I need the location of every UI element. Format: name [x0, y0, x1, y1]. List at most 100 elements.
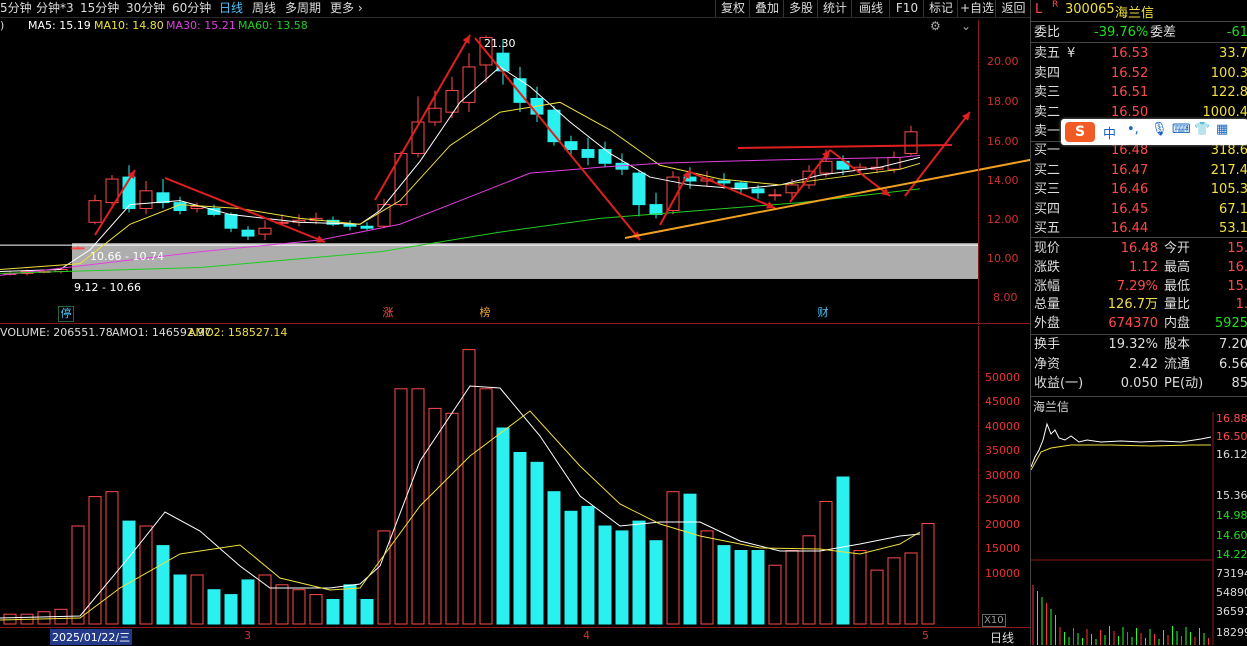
book-price: 16.53: [1111, 44, 1148, 63]
volume-bar-down: [752, 551, 764, 625]
volume-bar-up: [259, 575, 271, 624]
book-price: 16.51: [1111, 83, 1148, 102]
fuquan-button[interactable]: 复权: [715, 0, 750, 17]
volume-bar-up: [820, 502, 832, 625]
ime-toolbar[interactable]: S 中 •, 🎙 ⌨ 👕 ▦: [1061, 119, 1247, 145]
shirt-icon[interactable]: 👕: [1194, 122, 1210, 137]
keyboard-icon[interactable]: ⌨: [1172, 122, 1191, 137]
overlay-button[interactable]: 叠加: [749, 0, 784, 17]
period-1min-x3[interactable]: 分钟*3: [36, 0, 74, 16]
candle-up: [89, 201, 101, 223]
book-label: 卖二: [1034, 103, 1060, 122]
candle-down: [123, 177, 135, 208]
mini-price-tick: 15.36: [1216, 489, 1247, 502]
volume-bar-up: [786, 551, 798, 625]
bid-row[interactable]: 买五16.4453.1: [1031, 219, 1247, 238]
period-more[interactable]: 更多 ›: [330, 0, 363, 16]
mic-icon[interactable]: 🎙: [1151, 122, 1168, 137]
vol-tick: 25000: [985, 493, 1020, 506]
volume-bar-down: [344, 585, 356, 624]
volume-bar-up: [429, 408, 441, 624]
month-tick: 5: [922, 629, 929, 642]
amo1-line: [0, 386, 920, 618]
candle-down: [157, 193, 169, 203]
event-tag-rank[interactable]: 榜: [478, 306, 492, 320]
period-indicator[interactable]: 日线: [990, 629, 1014, 646]
period-weekly[interactable]: 周线: [252, 0, 276, 16]
candle-down: [718, 181, 730, 183]
x-axis: 2025/01/22/三 3 4 5 日线: [0, 627, 1030, 646]
stats-button[interactable]: 统计: [817, 0, 852, 17]
vol-tick: 45000: [985, 395, 1020, 408]
stock-name: 海兰信: [1115, 2, 1154, 21]
period-5min[interactable]: 5分钟: [0, 0, 32, 16]
ma5-line: [0, 67, 920, 272]
candle-down: [650, 205, 662, 215]
multi-stock-button[interactable]: 多股: [783, 0, 818, 17]
quote-value: 674370: [1108, 314, 1158, 333]
period-30min[interactable]: 30分钟: [126, 0, 165, 16]
event-tag-suspend[interactable]: 停: [58, 306, 74, 322]
candle-down: [565, 142, 577, 150]
event-tag-finance[interactable]: 财: [816, 306, 830, 320]
fund-value: 2.42: [1129, 355, 1158, 374]
volume-bar-up: [276, 585, 288, 624]
quote-label: 涨跌: [1034, 258, 1060, 277]
add-favorite-button[interactable]: +自选: [957, 0, 996, 17]
grid-icon[interactable]: ▦: [1216, 122, 1228, 137]
price-axis: 20.00 18.00 16.00 14.00 12.00 10.00 8.00: [978, 20, 1031, 325]
ask-row[interactable]: 卖五¥16.5333.7: [1031, 44, 1247, 63]
mini-intraday-chart[interactable]: [1031, 412, 1247, 645]
ask-row[interactable]: 卖三16.51122.8: [1031, 83, 1247, 102]
quote-value-2: 5925: [1215, 314, 1247, 333]
volume-bar-down: [174, 575, 186, 624]
punct-icon[interactable]: •,: [1127, 122, 1139, 137]
candle-up: [820, 161, 832, 173]
book-label: 卖四: [1034, 64, 1060, 83]
volume-bar-up: [395, 389, 407, 624]
candle-down: [752, 189, 764, 193]
candle-up: [429, 108, 441, 122]
volume-bar-up: [412, 389, 424, 624]
book-price: 16.52: [1111, 64, 1148, 83]
book-volume: 217.4: [1211, 161, 1247, 180]
period-15min[interactable]: 15分钟: [80, 0, 119, 16]
fund-value: 0.050: [1121, 374, 1158, 393]
mini-divider: [1031, 396, 1247, 397]
candle-up: [259, 228, 271, 234]
back-button[interactable]: 返回: [995, 0, 1031, 17]
volume-bar-up: [4, 614, 16, 624]
sogou-logo-icon[interactable]: S: [1065, 122, 1095, 142]
kline-chart[interactable]: [0, 20, 1030, 325]
book-label: 卖五: [1034, 44, 1060, 63]
volume-bar-down: [497, 428, 509, 624]
event-tag-limit-up[interactable]: 涨: [381, 306, 395, 320]
candle-down: [242, 230, 254, 236]
draw-line-button[interactable]: 画线: [851, 0, 890, 17]
bid-row[interactable]: 买二16.47217.4: [1031, 161, 1247, 180]
pane-divider[interactable]: [0, 323, 1030, 324]
fund-value-2: 6.56: [1219, 355, 1247, 374]
mini-vol-tick: 18299: [1216, 626, 1247, 639]
volume-bar-down: [684, 494, 696, 624]
quote-label: 涨幅: [1034, 277, 1060, 296]
currency-mark: ¥: [1067, 44, 1075, 63]
volume-bar-up: [72, 526, 84, 624]
stock-flag: L: [1035, 2, 1042, 17]
mini-vol-tick: 54890: [1216, 586, 1247, 599]
ask-row[interactable]: 卖四16.52100.3: [1031, 64, 1247, 83]
book-price: 16.46: [1111, 180, 1148, 199]
period-multi[interactable]: 多周期: [285, 0, 321, 16]
period-60min[interactable]: 60分钟: [172, 0, 211, 16]
f10-button[interactable]: F10: [889, 0, 924, 17]
period-daily[interactable]: 日线: [219, 0, 243, 16]
mark-button[interactable]: 标记: [923, 0, 958, 17]
bid-row[interactable]: 买三16.46105.3: [1031, 180, 1247, 199]
quote-label: 外盘: [1034, 314, 1060, 333]
bid-row[interactable]: 买四16.4567.1: [1031, 200, 1247, 219]
volume-bar-down: [582, 506, 594, 624]
vol-tick: 30000: [985, 469, 1020, 482]
volume-chart[interactable]: [0, 326, 1030, 626]
trend-arrow: [905, 112, 970, 196]
ime-mode-label[interactable]: 中: [1103, 123, 1116, 142]
